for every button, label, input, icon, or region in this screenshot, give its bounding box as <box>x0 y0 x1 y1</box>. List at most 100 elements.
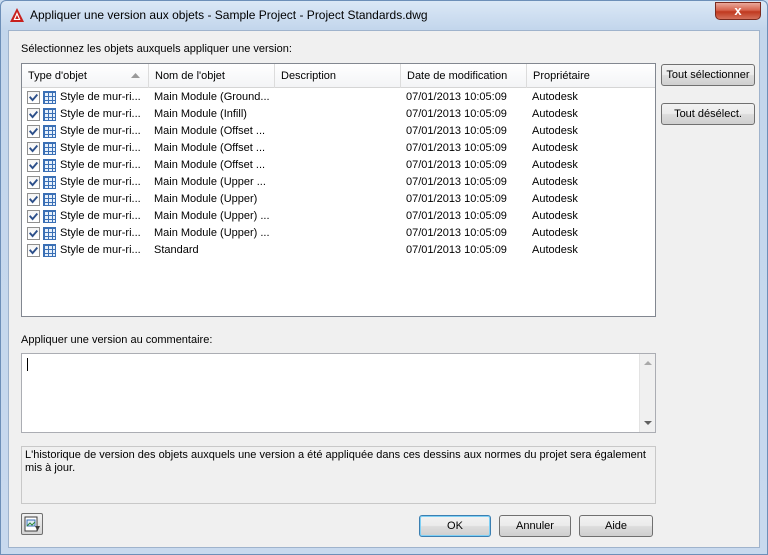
table-row[interactable]: Style de mur-ri... Main Module (Infill) 07… <box>22 106 655 123</box>
curtain-wall-style-icon <box>43 210 56 223</box>
curtain-wall-style-icon <box>43 244 56 257</box>
checkbox-checked-icon <box>29 246 38 255</box>
curtain-wall-style-icon <box>43 91 56 104</box>
drawing-properties-button[interactable] <box>21 513 43 535</box>
row-checkbox[interactable] <box>27 210 40 223</box>
comment-label: Appliquer une version au commentaire: <box>21 334 213 346</box>
cell-type: Style de mur-ri... <box>60 193 141 205</box>
dialog-client-area: Sélectionnez les objets auxquels appliqu… <box>8 30 760 548</box>
cell-owner: Autodesk <box>532 210 578 222</box>
cell-name: Main Module (Upper ... <box>154 176 266 188</box>
cell-owner: Autodesk <box>532 227 578 239</box>
cell-type: Style de mur-ri... <box>60 210 141 222</box>
row-checkbox[interactable] <box>27 176 40 189</box>
curtain-wall-style-icon <box>43 142 56 155</box>
window-title: Appliquer une version aux objets - Sampl… <box>30 8 428 22</box>
cell-name: Main Module (Offset ... <box>154 142 266 154</box>
table-row[interactable]: Style de mur-ri... Main Module (Upper) 07/… <box>22 191 655 208</box>
checkbox-checked-icon <box>29 229 38 238</box>
row-checkbox[interactable] <box>27 108 40 121</box>
dialog-window: Appliquer une version aux objets - Sampl… <box>0 0 768 555</box>
cell-name: Main Module (Offset ... <box>154 125 266 137</box>
column-header-owner[interactable]: Propriétaire <box>527 64 655 88</box>
cell-date: 07/01/2013 10:05:09 <box>406 244 507 256</box>
cell-owner: Autodesk <box>532 193 578 205</box>
objects-list[interactable]: Type d'objet Nom de l'objet Description … <box>21 63 656 317</box>
deselect-all-button[interactable]: Tout désélect. <box>661 103 755 125</box>
table-row[interactable]: Style de mur-ri... Main Module (Offset ..… <box>22 123 655 140</box>
checkbox-checked-icon <box>29 93 38 102</box>
cell-type: Style de mur-ri... <box>60 159 141 171</box>
cell-owner: Autodesk <box>532 176 578 188</box>
title-bar[interactable]: Appliquer une version aux objets - Sampl… <box>1 1 767 29</box>
curtain-wall-style-icon <box>43 227 56 240</box>
scroll-down-icon[interactable] <box>644 421 652 425</box>
cell-owner: Autodesk <box>532 125 578 137</box>
column-header-description[interactable]: Description <box>275 64 401 88</box>
cell-name: Main Module (Ground... <box>154 91 270 103</box>
cell-date: 07/01/2013 10:05:09 <box>406 91 507 103</box>
cell-owner: Autodesk <box>532 108 578 120</box>
cell-type: Style de mur-ri... <box>60 142 141 154</box>
cell-name: Standard <box>154 244 199 256</box>
table-row[interactable]: Style de mur-ri... Main Module (Upper) ..… <box>22 225 655 242</box>
sort-ascending-icon <box>131 73 140 78</box>
scroll-up-icon[interactable] <box>644 361 652 365</box>
help-button[interactable]: Aide <box>579 515 653 537</box>
cell-owner: Autodesk <box>532 244 578 256</box>
cell-date: 07/01/2013 10:05:09 <box>406 210 507 222</box>
cell-name: Main Module (Upper) ... <box>154 227 270 239</box>
cell-type: Style de mur-ri... <box>60 91 141 103</box>
row-checkbox[interactable] <box>27 142 40 155</box>
comment-scrollbar[interactable] <box>639 354 655 432</box>
cell-name: Main Module (Offset ... <box>154 159 266 171</box>
cell-date: 07/01/2013 10:05:09 <box>406 227 507 239</box>
curtain-wall-style-icon <box>43 108 56 121</box>
cell-date: 07/01/2013 10:05:09 <box>406 159 507 171</box>
cell-name: Main Module (Upper) <box>154 193 258 205</box>
curtain-wall-style-icon <box>43 125 56 138</box>
row-checkbox[interactable] <box>27 193 40 206</box>
cell-type: Style de mur-ri... <box>60 108 141 120</box>
table-row[interactable]: Style de mur-ri... Standard 07/01/2013 10:… <box>22 242 655 259</box>
checkbox-checked-icon <box>29 161 38 170</box>
column-header-type[interactable]: Type d'objet <box>22 64 149 88</box>
drawing-properties-icon <box>24 516 40 532</box>
table-row[interactable]: Style de mur-ri... Main Module (Offset ..… <box>22 140 655 157</box>
table-row[interactable]: Style de mur-ri... Main Module (Upper) ..… <box>22 208 655 225</box>
cell-date: 07/01/2013 10:05:09 <box>406 108 507 120</box>
ok-button[interactable]: OK <box>419 515 491 537</box>
objects-label: Sélectionnez les objets auxquels appliqu… <box>21 43 292 55</box>
row-checkbox[interactable] <box>27 244 40 257</box>
row-checkbox[interactable] <box>27 227 40 240</box>
row-checkbox[interactable] <box>27 91 40 104</box>
column-header-date[interactable]: Date de modification <box>401 64 527 88</box>
comment-input[interactable] <box>21 353 656 433</box>
column-header-name[interactable]: Nom de l'objet <box>149 64 275 88</box>
cell-date: 07/01/2013 10:05:09 <box>406 142 507 154</box>
cell-type: Style de mur-ri... <box>60 227 141 239</box>
cell-name: Main Module (Infill) <box>154 108 247 120</box>
table-row[interactable]: Style de mur-ri... Main Module (Upper ...… <box>22 174 655 191</box>
close-icon: x <box>734 3 742 18</box>
table-row[interactable]: Style de mur-ri... Main Module (Ground...… <box>22 89 655 106</box>
cell-owner: Autodesk <box>532 142 578 154</box>
checkbox-checked-icon <box>29 144 38 153</box>
text-caret <box>27 358 28 371</box>
cell-owner: Autodesk <box>532 159 578 171</box>
cancel-button[interactable]: Annuler <box>499 515 571 537</box>
info-text: L'historique de version des objets auxqu… <box>21 446 656 504</box>
cell-date: 07/01/2013 10:05:09 <box>406 176 507 188</box>
cell-name: Main Module (Upper) ... <box>154 210 270 222</box>
checkbox-checked-icon <box>29 178 38 187</box>
close-button[interactable]: x <box>715 2 761 20</box>
checkbox-checked-icon <box>29 110 38 119</box>
cell-type: Style de mur-ri... <box>60 176 141 188</box>
table-row[interactable]: Style de mur-ri... Main Module (Offset ..… <box>22 157 655 174</box>
select-all-button[interactable]: Tout sélectionner <box>661 64 755 86</box>
cell-type: Style de mur-ri... <box>60 125 141 137</box>
cell-date: 07/01/2013 10:05:09 <box>406 193 507 205</box>
row-checkbox[interactable] <box>27 125 40 138</box>
cell-type: Style de mur-ri... <box>60 244 141 256</box>
row-checkbox[interactable] <box>27 159 40 172</box>
